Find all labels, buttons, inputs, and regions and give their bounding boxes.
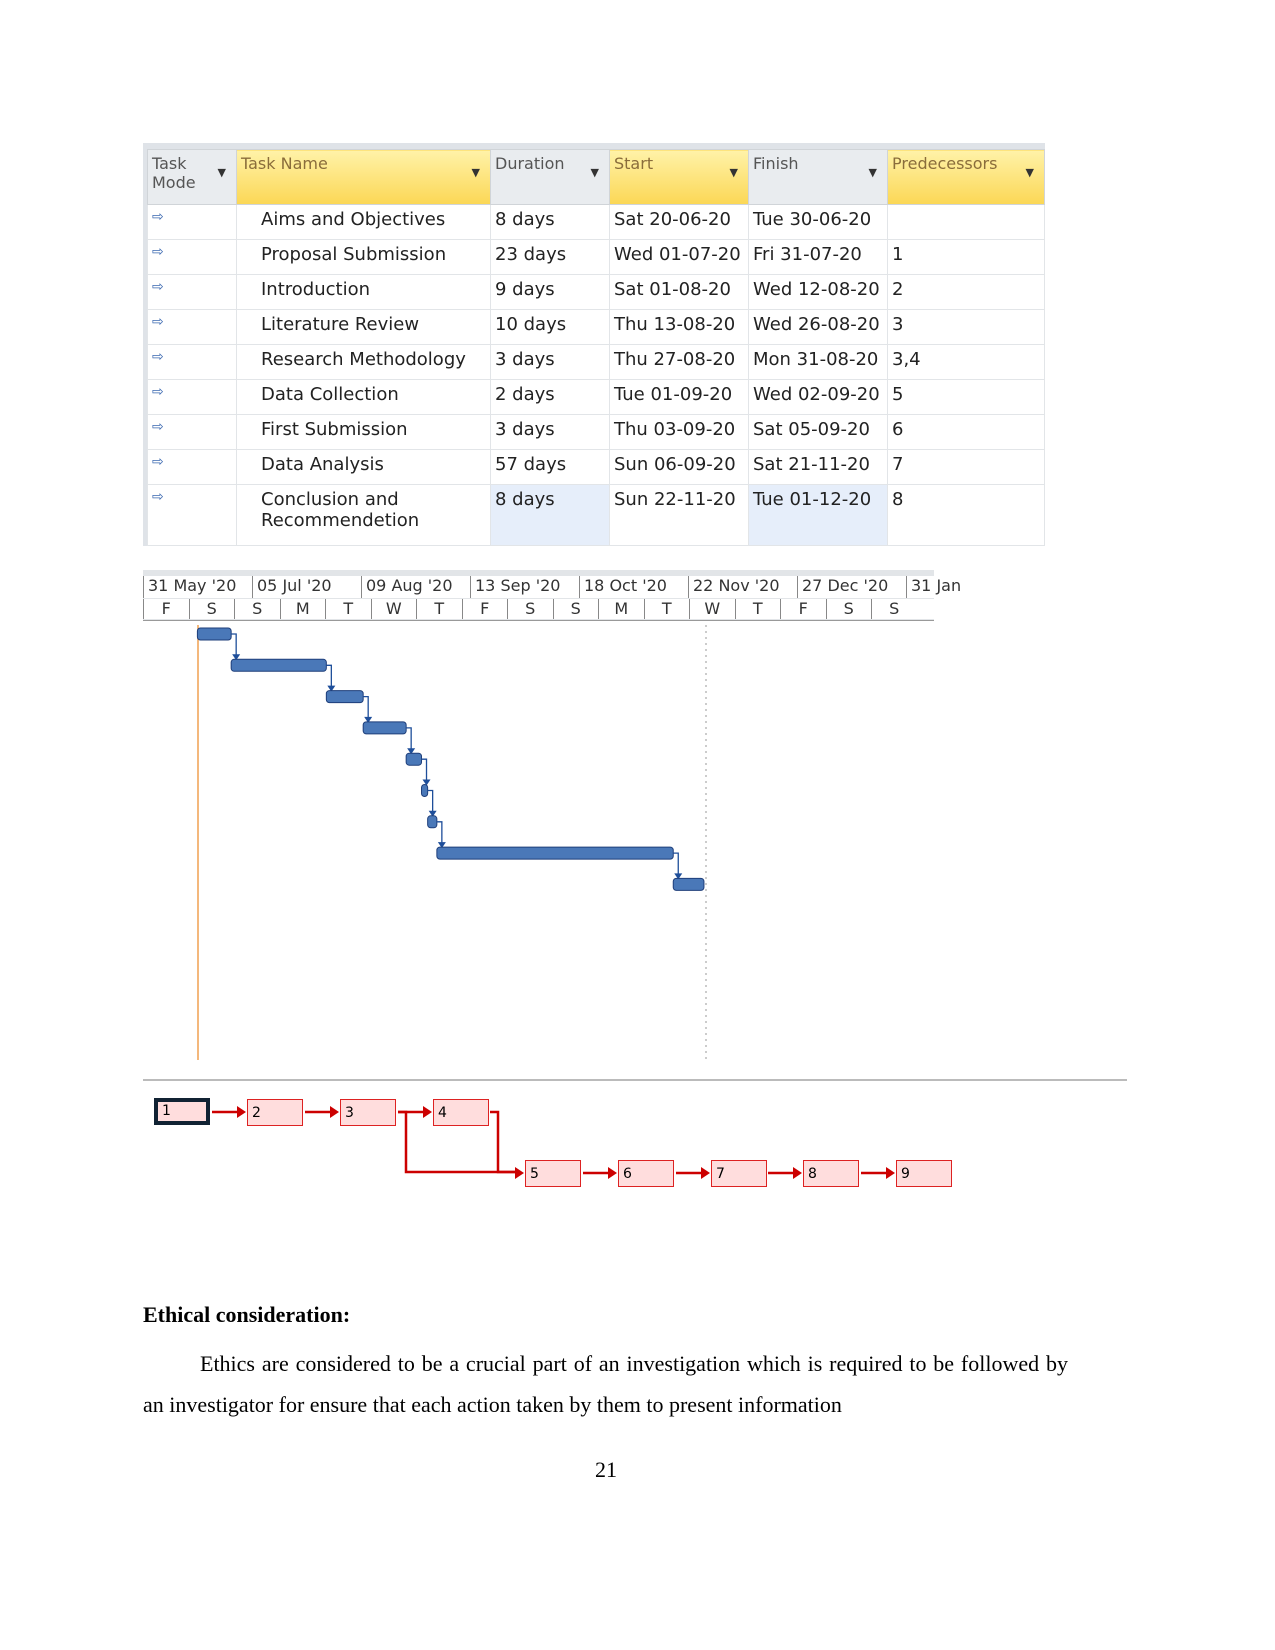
network-node[interactable]: 3 xyxy=(340,1099,396,1126)
section-paragraph: Ethics are considered to be a crucial pa… xyxy=(143,1351,1068,1417)
network-node[interactable]: 2 xyxy=(247,1099,303,1126)
section-heading: Ethical consideration: xyxy=(143,1302,351,1327)
document-page: Task Mode ▼ Task Name ▼ Duration ▼ Start ▼ F… xyxy=(0,0,1275,1650)
network-node[interactable]: 8 xyxy=(803,1160,859,1187)
network-links xyxy=(212,1106,895,1179)
network-node[interactable]: 4 xyxy=(433,1099,489,1126)
network-node[interactable]: 5 xyxy=(525,1160,581,1187)
network-node[interactable]: 7 xyxy=(711,1160,767,1187)
page-number: 21 xyxy=(595,1457,617,1482)
network-node[interactable]: 9 xyxy=(896,1160,952,1187)
network-node[interactable]: 1 xyxy=(154,1098,210,1125)
network-node[interactable]: 6 xyxy=(618,1160,674,1187)
